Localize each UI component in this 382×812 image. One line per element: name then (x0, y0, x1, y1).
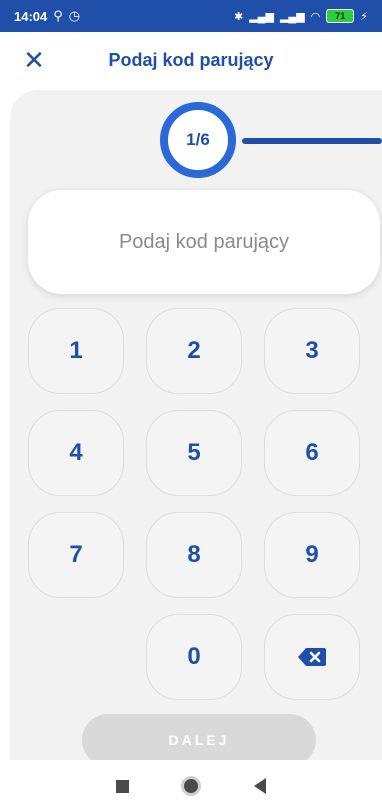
system-nav-bar (0, 760, 382, 812)
key-6[interactable]: 6 (264, 410, 360, 496)
battery-icon: 71 (326, 9, 355, 23)
numeric-keypad: 1 2 3 4 5 6 7 8 9 0 (28, 308, 364, 700)
status-bar: 14:04 ⚲ ◷ ✱ ▂▄▆ ▂▄▆ ◠ 71 ⚡ (0, 0, 382, 32)
backspace-icon (298, 648, 326, 666)
key-8[interactable]: 8 (146, 512, 242, 598)
key-3[interactable]: 3 (264, 308, 360, 394)
signal-icon: ▂▄▆ (249, 10, 274, 23)
key-7[interactable]: 7 (28, 512, 124, 598)
bluetooth-icon: ✱ (234, 10, 244, 23)
key-5[interactable]: 5 (146, 410, 242, 496)
home-icon[interactable] (181, 776, 202, 796)
app-header: ✕ Podaj kod parujący (0, 32, 382, 88)
step-label: 1/6 (186, 130, 210, 149)
page-title: Podaj kod parujący (108, 49, 274, 70)
signal-icon-2: ▂▄▆ (279, 10, 305, 23)
key-0[interactable]: 0 (146, 614, 242, 700)
status-right: ✱ ▂▄▆ ▂▄▆ ◠ 71 ⚡ (234, 9, 368, 23)
alarm-icon: ◷ (68, 8, 81, 23)
pairing-code-input[interactable] (28, 229, 380, 255)
notification-icon: ⚲ (53, 8, 63, 23)
key-2[interactable]: 2 (146, 308, 242, 394)
wifi-icon: ◠ (310, 10, 321, 23)
back-icon[interactable] (253, 778, 266, 794)
close-button[interactable]: ✕ (16, 42, 52, 78)
key-1[interactable]: 1 (28, 308, 124, 394)
close-icon: ✕ (23, 44, 45, 75)
status-left: 14:04 ⚲ ◷ (14, 8, 80, 24)
backspace-button[interactable] (264, 614, 360, 700)
key-9[interactable]: 9 (264, 512, 360, 598)
progress-line (242, 138, 382, 144)
step-indicator: 1/6 (160, 102, 236, 178)
code-field[interactable] (28, 190, 380, 294)
next-button[interactable]: DALEJ (82, 714, 316, 760)
key-4[interactable]: 4 (28, 410, 124, 496)
charging-icon: ⚡ (360, 10, 368, 23)
recents-icon[interactable] (116, 779, 130, 793)
status-time: 14:04 (14, 8, 48, 24)
pairing-panel: 1/6 1 2 3 4 5 6 7 8 9 0 DALEJ (10, 90, 382, 760)
